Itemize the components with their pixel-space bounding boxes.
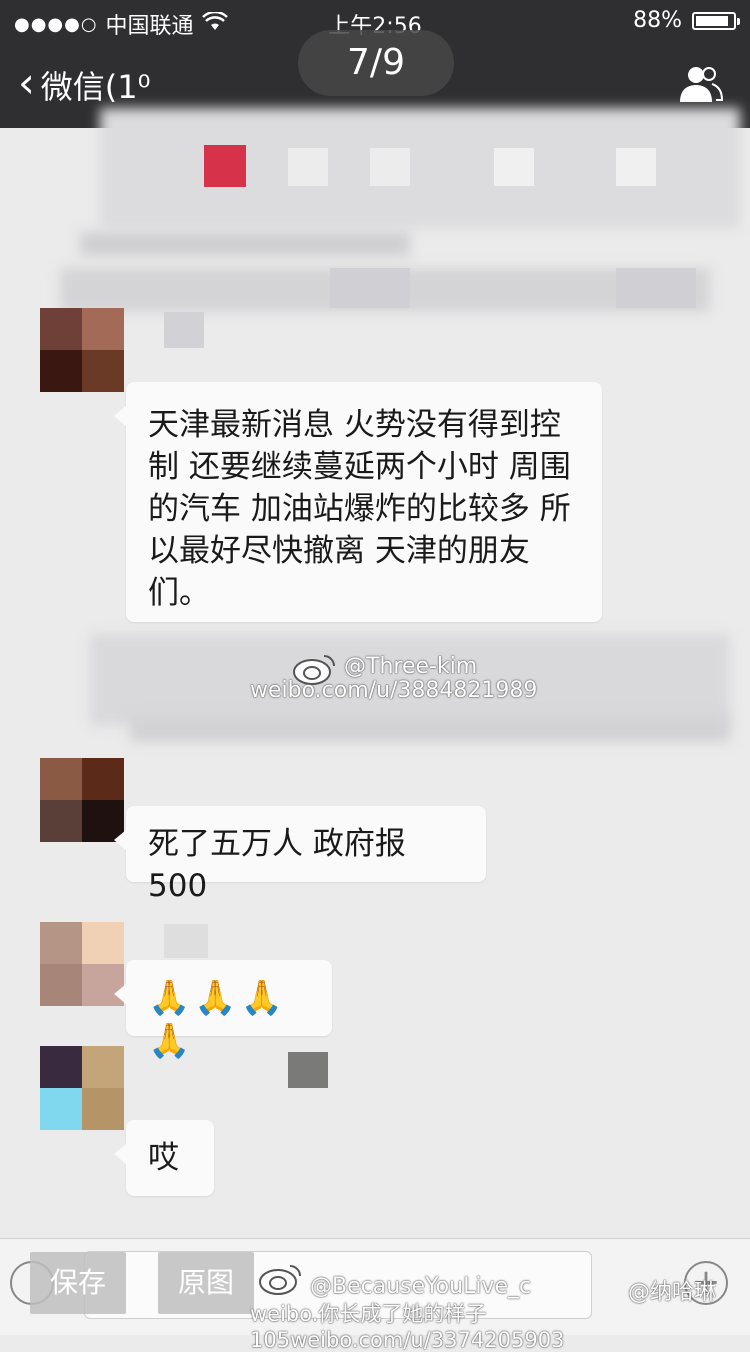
- watermark-handle: @BecauseYouLive_c: [310, 1274, 532, 1299]
- watermark-url: weibo.com/u/3884821989: [250, 678, 538, 703]
- image-page-counter: 7/9: [298, 30, 454, 96]
- mosaic-block: [370, 148, 410, 186]
- battery-icon: [692, 11, 740, 30]
- mosaic-block: [204, 145, 246, 187]
- mosaic-block: [164, 312, 204, 348]
- message-text: 天津最新消息 火势没有得到控制 还要继续蔓延两个小时 周围的汽车 加油站爆炸的比…: [148, 407, 571, 611]
- mosaic-block: [288, 148, 328, 186]
- blurred-message: [130, 716, 730, 742]
- mosaic-block: [494, 148, 534, 186]
- watermark-handle: @Three-kim: [344, 654, 478, 679]
- message-bubble[interactable]: 死了五万人 政府报500: [114, 806, 486, 904]
- group-contacts-icon[interactable]: [676, 62, 724, 106]
- watermark-url: weibo.你长成了她的样子105weibo.com/u/3374205903: [250, 1302, 565, 1352]
- mosaic-block: [616, 268, 696, 308]
- message-bubble[interactable]: 🙏🙏🙏🙏: [114, 960, 332, 1061]
- status-right: 88%: [633, 8, 740, 33]
- message-bubble[interactable]: 哎: [114, 1120, 214, 1196]
- praying-hands-emoji: 🙏🙏🙏🙏: [148, 978, 288, 1061]
- mosaic-block: [330, 268, 410, 308]
- message-text: 死了五万人 政府报500: [148, 826, 406, 904]
- mosaic-block: [616, 148, 656, 186]
- avatar[interactable]: [40, 922, 124, 1006]
- battery-percent: 88%: [633, 8, 682, 33]
- weibo-logo-icon: [259, 1265, 301, 1295]
- avatar[interactable]: [40, 758, 124, 842]
- blurred-message: [80, 232, 410, 256]
- avatar[interactable]: [40, 1046, 124, 1130]
- mosaic-block: [288, 1052, 328, 1088]
- battery-fill: [696, 15, 728, 26]
- chevron-left-icon: ‹: [18, 58, 35, 107]
- message-text: 哎: [148, 1140, 179, 1176]
- back-label: 微信(1⁰: [40, 68, 151, 106]
- watermark-handle-secondary: @纳哈琳: [628, 1280, 717, 1305]
- avatar[interactable]: [40, 308, 124, 392]
- mosaic-block: [164, 924, 208, 958]
- message-bubble[interactable]: 天津最新消息 火势没有得到控制 还要继续蔓延两个小时 周围的汽车 加油站爆炸的比…: [114, 382, 602, 622]
- view-original-button[interactable]: 原图: [158, 1252, 254, 1314]
- save-image-button[interactable]: 保存: [30, 1252, 126, 1314]
- back-button[interactable]: ‹ 微信(1⁰: [18, 62, 150, 108]
